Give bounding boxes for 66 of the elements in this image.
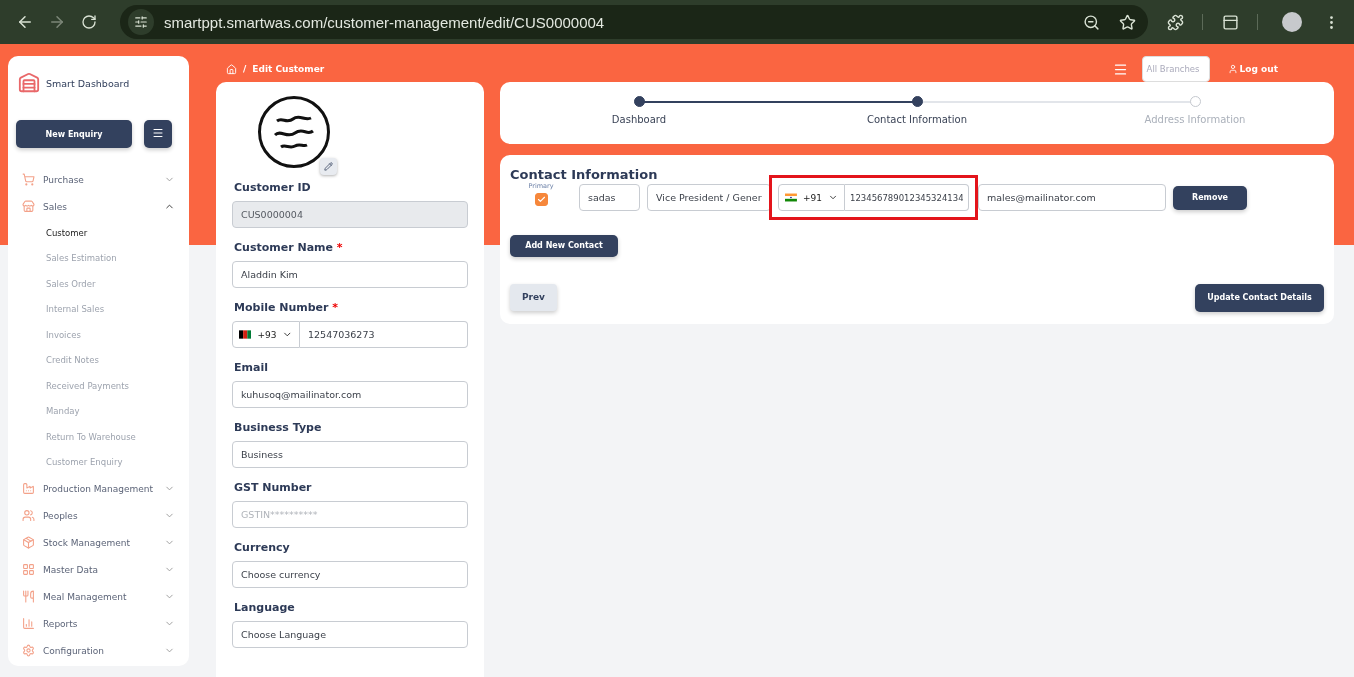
field-label: Customer Name * — [234, 241, 344, 254]
text-input[interactable]: Choose currency — [232, 561, 468, 588]
new-enquiry-button[interactable]: New Enquiry — [16, 120, 132, 148]
email-input[interactable]: males@mailinator.com — [978, 184, 1166, 211]
menu-item[interactable]: Stock Management — [16, 529, 189, 556]
menu-item[interactable]: Configuration — [16, 637, 189, 664]
submenu-item[interactable]: Customer — [16, 220, 189, 246]
avatar[interactable] — [1282, 12, 1302, 32]
settings-icon — [22, 644, 35, 657]
check-icon — [536, 194, 546, 204]
menu-item[interactable]: Sales — [16, 193, 189, 220]
menu-icon[interactable] — [1112, 61, 1128, 77]
pencil-icon — [324, 162, 333, 171]
phone-input[interactable]: 12547036273 — [300, 321, 468, 348]
step-label[interactable]: Dashboard — [611, 114, 667, 125]
cart-icon — [22, 173, 35, 186]
menu-item[interactable]: Purchase — [16, 166, 189, 193]
package-icon — [22, 536, 35, 549]
field-label: Business Type — [234, 421, 323, 434]
breadcrumb-separator: / — [243, 64, 247, 74]
users-icon — [22, 509, 35, 522]
field-label: Mobile Number * — [234, 301, 340, 314]
menu-item[interactable]: Master Data — [16, 556, 189, 583]
address-bar[interactable]: smartppt.smartwas.com/customer-management/edit/CUS0000004 — [120, 5, 1148, 39]
country-code-select[interactable]: +91 — [778, 184, 845, 211]
designation-input[interactable]: Vice President / Gener — [647, 184, 771, 211]
breadcrumb-current: Edit Customer — [252, 64, 325, 74]
url-text: smartppt.smartwas.com/customer-management/edit/CUS0000004 — [164, 13, 606, 31]
field-label: Language — [234, 601, 296, 614]
text-input[interactable]: Business — [232, 441, 468, 468]
text-input[interactable]: GSTIN********** — [232, 501, 468, 528]
sliders-icon[interactable] — [128, 9, 154, 35]
step-label[interactable]: Contact Information — [867, 114, 967, 125]
field-label: GST Number — [234, 481, 313, 494]
country-code-select[interactable]: +93 — [232, 321, 300, 348]
grid-icon — [22, 563, 35, 576]
phone-input[interactable]: 123456789012345324134 — [845, 184, 969, 211]
flag-icon — [785, 193, 797, 202]
home-icon[interactable] — [226, 63, 237, 75]
update-contact-button[interactable]: Update Contact Details — [1195, 283, 1324, 312]
menu-item[interactable]: Peoples — [16, 502, 189, 529]
text-input[interactable]: kuhusoq@mailinator.com — [232, 381, 468, 408]
add-contact-button[interactable]: Add New Contact — [510, 234, 618, 257]
name-input[interactable]: sadas — [579, 184, 640, 211]
factory-icon — [22, 482, 35, 495]
text-input[interactable]: Aladdin Kim — [232, 261, 468, 288]
flag-icon — [239, 330, 252, 339]
menu-item[interactable]: Meal Management — [16, 583, 189, 610]
warehouse-icon — [18, 72, 40, 94]
primary-checkbox[interactable] — [534, 192, 548, 206]
section-title: Contact Information — [510, 167, 659, 182]
menu-button[interactable] — [144, 120, 172, 148]
user-icon — [1227, 64, 1238, 74]
field-label: Currency — [234, 541, 291, 554]
chart-icon — [22, 617, 35, 630]
prev-button[interactable]: Prev — [510, 283, 557, 311]
field-label: Customer ID — [234, 181, 312, 194]
remove-button[interactable]: Remove — [1173, 185, 1247, 210]
text-input[interactable]: Choose Language — [232, 621, 468, 648]
field-label: Email — [234, 361, 269, 374]
menu-item[interactable]: Reports — [16, 610, 189, 637]
menu-item[interactable]: Production Management — [16, 475, 189, 502]
store-icon — [22, 200, 35, 213]
utensils-icon — [22, 590, 35, 603]
menu-icon — [152, 127, 164, 139]
brand-name: Smart Dashboard — [46, 77, 130, 89]
